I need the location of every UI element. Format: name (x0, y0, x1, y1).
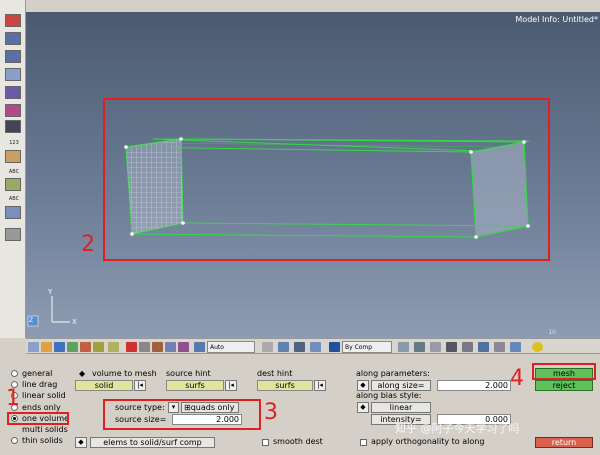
annotation-number-4: 4 (510, 366, 524, 391)
dest-hint-label: dest hint (257, 369, 293, 378)
toolbar-icon-3[interactable] (5, 50, 21, 63)
watermark: 知乎 @阿子今天学习了吗 (395, 422, 520, 435)
radio-line-drag-label: line drag (22, 380, 58, 389)
toolbar-icon-6[interactable] (5, 104, 21, 117)
star-icon[interactable] (532, 342, 543, 352)
along-parameters-label: along parameters: (356, 369, 430, 378)
toolbar-label-abc-2: ABC (8, 196, 20, 202)
delete-icon[interactable] (126, 342, 137, 352)
toolstrip-icon-15[interactable] (310, 342, 321, 352)
toolstrip-icon-16[interactable] (398, 342, 409, 352)
toolstrip-icon-2[interactable] (41, 342, 52, 352)
annotation-number-2: 2 (81, 232, 95, 257)
toolstrip-icon-14[interactable] (294, 342, 305, 352)
toolbar-icon-9[interactable] (5, 178, 21, 191)
toolstrip-icon-11[interactable] (178, 342, 189, 352)
source-hint-reset-icon[interactable]: |◂ (225, 380, 237, 391)
along-size-toggle-icon[interactable]: ◆ (357, 380, 369, 391)
hypermesh-window: 123 ABC ABC Model Info: Untitled* Y X Z … (0, 0, 600, 455)
toolbar-icon-7[interactable] (5, 120, 21, 133)
left-toolbar: 123 ABC ABC (0, 0, 26, 338)
axis-y-label: Y (48, 288, 53, 296)
color-mode-icon[interactable] (329, 342, 340, 352)
apply-orthogonality-checkbox[interactable] (360, 439, 367, 446)
radio-linear-solid-label: linear solid (22, 391, 66, 400)
elems-toggle-icon[interactable]: ◆ (75, 437, 87, 448)
reject-button[interactable]: reject (535, 380, 593, 391)
toolbar-icon-5[interactable] (5, 86, 21, 99)
radio-general[interactable] (11, 370, 18, 377)
apply-orthogonality-label: apply orthogonality to along (371, 437, 485, 446)
annotation-box-mesh (532, 363, 596, 380)
toolbar-icon-11[interactable] (5, 228, 21, 241)
along-size-input[interactable]: 2.000 (437, 380, 511, 391)
dropdown-arrow-icon[interactable]: ◆ (79, 369, 85, 379)
annotation-box-one-volume (7, 412, 69, 425)
volume-to-mesh-selector[interactable]: solid (75, 380, 133, 391)
toolstrip-icon-22[interactable] (494, 342, 505, 352)
toolbar-label-abc-1: ABC (8, 169, 20, 175)
smooth-dest-checkbox[interactable] (262, 439, 269, 446)
toolstrip-icon-20[interactable] (462, 342, 473, 352)
toolstrip-icon-6[interactable] (93, 342, 104, 352)
volume-reset-icon[interactable]: |◂ (134, 380, 146, 391)
toolstrip-icon-10[interactable] (165, 342, 176, 352)
display-mode-icon[interactable] (194, 342, 205, 352)
along-bias-label: along bias style: (356, 391, 422, 400)
toolstrip-icon-1[interactable] (28, 342, 39, 352)
toolstrip-icon-17[interactable] (414, 342, 425, 352)
volume-to-mesh-label: volume to mesh (92, 369, 157, 378)
annotation-number-1: 1 (6, 386, 20, 411)
annotation-box-source (103, 399, 261, 430)
toolstrip-icon-3[interactable] (54, 342, 65, 352)
toolbar-label-123: 123 (9, 140, 19, 146)
toolstrip-icon-7[interactable] (108, 342, 119, 352)
toolbar-icon-2[interactable] (5, 32, 21, 45)
toolstrip-icon-4[interactable] (67, 342, 78, 352)
toolstrip-icon-21[interactable] (478, 342, 489, 352)
display-mode-dropdown[interactable]: Auto (207, 341, 255, 353)
axis-z-label: Z (29, 317, 34, 324)
return-button[interactable]: return (535, 437, 593, 448)
radio-general-label: general (22, 369, 53, 378)
along-size-label[interactable]: along size= (371, 380, 431, 391)
toolbar-icon-8[interactable] (5, 150, 21, 163)
scale-number: 10 (548, 329, 556, 336)
annotation-number-3: 3 (264, 400, 278, 425)
toolstrip-icon-19[interactable] (446, 342, 457, 352)
toolstrip-icon-9[interactable] (152, 342, 163, 352)
toolbar-icon-10[interactable] (5, 206, 21, 219)
toolstrip-icon-12[interactable] (262, 342, 273, 352)
radio-thin-solids[interactable] (11, 437, 18, 444)
smooth-dest-label: smooth dest (273, 437, 323, 446)
toolstrip-icon-13[interactable] (278, 342, 289, 352)
bias-toggle-icon[interactable]: ◆ (357, 402, 369, 413)
multi-solids-label: multi solids (22, 425, 68, 434)
toolbar-icon-4[interactable] (5, 68, 21, 81)
monitor-icon[interactable] (510, 342, 521, 352)
toolstrip-icon-18[interactable] (430, 342, 441, 352)
radio-thin-solids-label: thin solids (22, 436, 63, 445)
source-hint-label: source hint (166, 369, 211, 378)
dest-hint-selector[interactable]: surfs (257, 380, 313, 391)
toolbar-icon-1[interactable] (5, 14, 21, 27)
toolstrip-icon-8[interactable] (139, 342, 150, 352)
axis-x-label: X (72, 318, 77, 326)
toolstrip-icon-5[interactable] (80, 342, 91, 352)
annotation-box-model (103, 98, 550, 261)
elems-to-comp-button[interactable]: elems to solid/surf comp (90, 437, 215, 448)
dest-hint-reset-icon[interactable]: |◂ (314, 380, 326, 391)
bias-style-selector[interactable]: linear (371, 402, 431, 413)
source-hint-selector[interactable]: surfs (166, 380, 224, 391)
visualization-toolbar: Auto By Comp (26, 338, 600, 354)
color-mode-dropdown[interactable]: By Comp (342, 341, 392, 353)
